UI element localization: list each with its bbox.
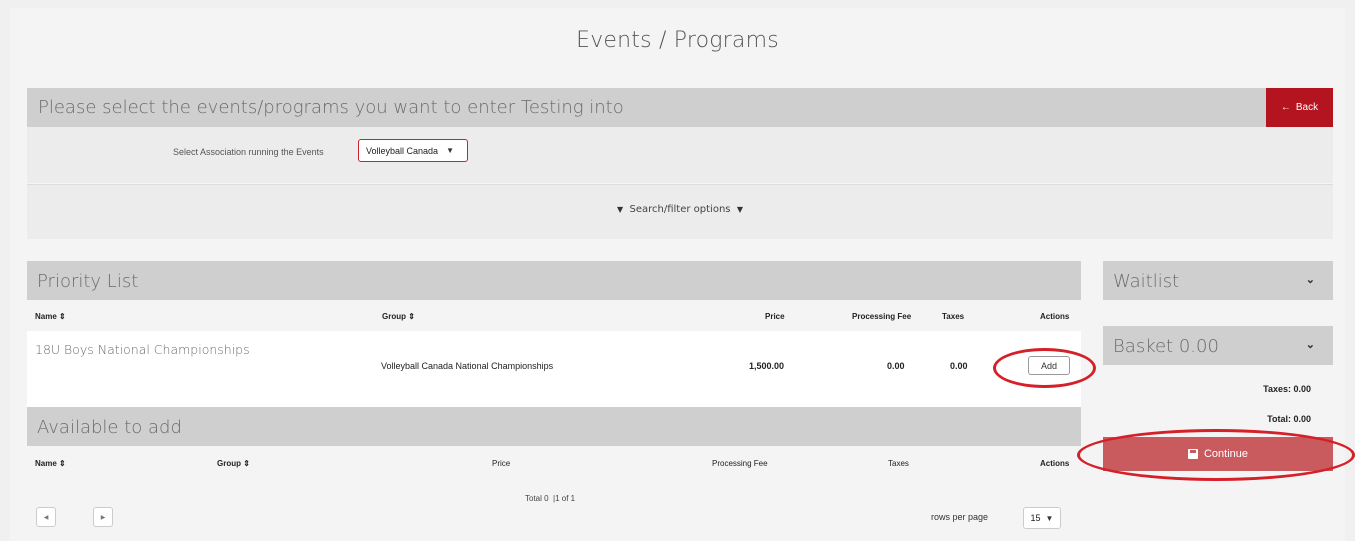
sort-icon: ⇕ (59, 459, 66, 468)
page-title: Events / Programs (576, 28, 779, 53)
available-header: Available to add (27, 407, 1081, 446)
priority-list-title: Priority List (37, 271, 139, 292)
column-header-actions: Actions (1040, 459, 1070, 468)
waitlist-header[interactable]: Waitlist ⌄ (1103, 261, 1333, 300)
association-value: Volleyball Canada (366, 145, 439, 156)
sort-icon: ⇕ (59, 312, 66, 321)
continue-label: Continue (1203, 448, 1249, 460)
save-icon (1187, 449, 1198, 459)
prev-page-button[interactable]: ◀ (36, 507, 56, 527)
event-processing-fee: 0.00 (887, 361, 905, 371)
chevron-right-icon: ▶ (100, 514, 106, 521)
column-header-name[interactable]: Name ⇕ (35, 459, 66, 468)
column-header-group[interactable]: Group ⇕ (217, 459, 250, 468)
chevron-down-icon: ⌄ (1305, 339, 1315, 351)
filter-label: Search/filter options (629, 204, 731, 215)
event-price: 1,500.00 (749, 361, 785, 371)
event-group: Volleyball Canada National Championships (381, 361, 554, 371)
column-header-name[interactable]: Name ⇕ (35, 312, 66, 321)
association-row: Select Association running the Events Vo… (27, 127, 1333, 183)
available-title: Available to add (37, 417, 182, 438)
pagination-summary: Total 0 |1 of 1 (525, 494, 576, 503)
back-label: Back (1295, 102, 1319, 113)
basket-header[interactable]: Basket 0.00 ⌄ (1103, 326, 1333, 365)
event-taxes: 0.00 (950, 361, 968, 371)
page: Events / Programs Please select the even… (10, 8, 1355, 541)
waitlist-title: Waitlist (1113, 271, 1180, 292)
select-events-title: Please select the events/programs you wa… (38, 97, 624, 118)
basket-taxes: Taxes: 0.00 (1263, 384, 1311, 394)
caret-down-icon: ▼ (446, 146, 454, 155)
column-header-taxes: Taxes (942, 312, 965, 321)
caret-down-icon: ▼ (1045, 513, 1054, 523)
back-button[interactable]: ← Back (1266, 88, 1333, 127)
rows-per-page-select[interactable]: 15 ▼ (1023, 507, 1061, 529)
search-filter-toggle[interactable]: ▼ Search/filter options ▼ (27, 204, 1333, 215)
continue-button[interactable]: Continue (1103, 437, 1333, 471)
priority-list-header: Priority List (27, 261, 1081, 300)
column-header-group[interactable]: Group ⇕ (382, 312, 415, 321)
sort-icon: ⇕ (243, 459, 250, 468)
event-name[interactable]: 18U Boys National Championships (35, 342, 250, 357)
arrow-left-icon: ← (1280, 102, 1291, 113)
next-page-button[interactable]: ▶ (93, 507, 113, 527)
rows-per-page-label: rows per page (931, 512, 989, 522)
filter-row: ▼ Search/filter options ▼ (27, 184, 1333, 239)
column-header-price: Price (765, 312, 785, 321)
basket-summary: Taxes: 0.00 Total: 0.00 (1103, 365, 1333, 437)
column-header-actions: Actions (1040, 312, 1070, 321)
basket-total: Total: 0.00 (1267, 414, 1311, 424)
add-button[interactable]: Add (1028, 356, 1070, 375)
column-header-price: Price (492, 459, 511, 468)
association-label: Select Association running the Events (173, 147, 324, 157)
association-select[interactable]: Volleyball Canada ▼ (358, 139, 468, 162)
chevron-down-icon: ⌄ (1305, 274, 1315, 286)
select-events-header: Please select the events/programs you wa… (27, 88, 1333, 127)
basket-title: Basket 0.00 (1113, 336, 1219, 357)
column-header-processing-fee: Processing Fee (712, 459, 768, 468)
table-row: 18U Boys National Championships Volleyba… (27, 331, 1081, 407)
column-header-taxes: Taxes (888, 459, 909, 468)
sort-icon: ⇕ (408, 312, 415, 321)
chevron-left-icon: ◀ (43, 514, 49, 521)
caret-down-icon: ▼ (736, 205, 744, 214)
column-header-processing-fee: Processing Fee (852, 312, 912, 321)
caret-down-icon: ▼ (616, 205, 624, 214)
